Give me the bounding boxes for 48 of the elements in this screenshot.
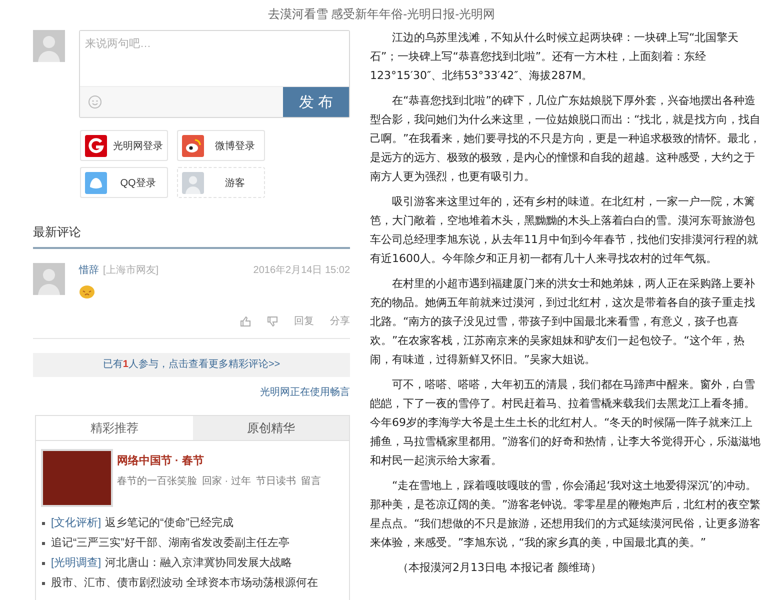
login-button[interactable]: 游客 (177, 167, 265, 198)
chat-bubble-icon (85, 172, 107, 194)
article-paragraph: 在“恭喜您找到北啦”的碑下，几位广东姑娘脱下厚外套，兴奋地摆出各种造型合影，我问她们为什么来这里，一位姑娘脱口而出：“找北，就是找方向，找自己啊。”在我看来，她们要寻找的不只是方向，更是一种追求极致的情怀。最北，是远方的远方、极致的极致，是内心的憧憬和自我的超越。这种感受，大约之于南方人更为强烈，也更有吸引力。 (370, 93, 762, 185)
comment-box[interactable]: 来说两句吧… 发 布 (79, 30, 350, 118)
article-paragraph: 江边的乌苏里浅滩，不知从什么时候立起两块碑：一块碑上写“北国擎天石”；一块碑上写“恭喜您找到北啦”。还有一方木柱，上面刻着：东经123°15′30″、北纬53°33′42″、海拔287M。 (370, 30, 740, 84)
news-link[interactable]: 追记“三严三实”好干部、湖南省发改委副主任左亭 (51, 533, 290, 553)
login-button[interactable]: 光明网登录 (80, 130, 168, 161)
weibo-icon (182, 134, 204, 156)
article-paragraph: “走在雪地上，踩着嘎吱嘎吱的雪，你会涌起‘我对这土地爱得深沉’的冲动。那种美，是苍凉辽阔的美。”游客老钟说。零零星星的鞭炮声后，北红村的夜空繁星点点。“我们想做的不只是旅游，还想用我们的方式延续漠河民俗，让更多游客来体验，来感受。”李旭东说，“我的家乡真的美，中国最北真的美。” (370, 478, 762, 551)
submit-button[interactable]: 发 布 (283, 87, 349, 117)
user-location: [上海市网友] (103, 264, 159, 277)
powered-by-link[interactable]: 光明网正在使用畅言 (33, 385, 350, 399)
news-link[interactable]: 返乡笔记的“使命”已经完成 (105, 513, 234, 533)
category-link[interactable]: [光明调查] (51, 553, 102, 573)
photo-placeholder[interactable] (41, 449, 113, 507)
section-heading: 最新评论 (33, 224, 350, 249)
login-button[interactable]: 微博登录 (177, 130, 265, 161)
page-title: 去漠河看雪 感受新年年俗-光明日报-光明网 (266, 6, 496, 22)
login-button[interactable]: QQ登录 (80, 167, 168, 198)
avatar-icon (182, 172, 204, 194)
smiley-icon[interactable] (88, 95, 102, 109)
feature-link[interactable]: 回家 · 过年 (202, 474, 251, 488)
article-paragraph: 在村里的小超市遇到福建厦门来的洪女士和她弟妹，两人正在采购路上要补充的物品。她俩五年前就来过漠河，到过北红村，这次是带着各自的孩子重走找北路。“南方的孩子没见过雪，带孩子到中国最北来看雪，有意义，孩子也喜欢。”在农家客栈，江苏南京来的吴家姐妹和驴友们一起包饺子。“这个年，热闹，有味道，过得新鲜又怀旧。”吴家大姐说。 (370, 276, 756, 368)
g-logo-icon (85, 134, 107, 156)
feature-link[interactable]: 春节的一百张笑脸 (117, 474, 197, 488)
username-link[interactable]: 惜辞 (79, 263, 99, 277)
thumbs-down-icon[interactable] (267, 316, 278, 326)
feature-link[interactable]: 留言 (300, 474, 321, 488)
feature-link[interactable]: 节日读书 (256, 474, 296, 488)
emoji-sticker-icon (79, 285, 95, 299)
tab[interactable]: 原创精华 (192, 416, 349, 441)
comment-time: 2016年2月14日 15:02 (253, 264, 350, 277)
news-link[interactable]: 股市、汇市、债市剧烈波动 全球资本市场动荡根源何在 (51, 573, 318, 593)
article-paragraph: 吸引游客来这里过年的，还有乡村的味道。在北红村，一家一户一院，木篱笆，大门敞着，空地堆着木头，黑黝黝的木头上落着白白的雪。漠河东哥旅游包车公司总经理李旭东说，从去年11月中旬到今年春节，找他们安排漠河行程的就有近1600人。今年除夕和正月初一都有几十人来寻找农村的过年气氛。 (370, 194, 759, 267)
category-link[interactable]: [文化评析] (51, 513, 102, 533)
avatar-placeholder (33, 30, 65, 62)
bullet-icon (42, 542, 45, 544)
article-paragraph: 可不，嗒嗒、嗒嗒，大年初五的清晨，我们都在马蹄声中醒来。窗外，白雪皑皑，下了一夜的雪停了。村民赶着马、拉着雪橇来载我们去黑龙江上看冬捕。今年69岁的李海学大爷是土生土长的北红村人。“冬天的时候隔一阵子就来江上捕鱼，马拉雪橇家里都用。”游客们的好奇和热情，让李大爷觉得开心，乐滋滋地和村民一起演示给大家看。 (370, 377, 762, 469)
more-comments-link[interactable]: 已有1人参与，点击查看更多精彩评论>> (33, 353, 350, 377)
avatar-placeholder (33, 263, 65, 295)
bullet-icon (42, 562, 45, 564)
bullet-icon (42, 582, 45, 584)
feature-title-link[interactable]: 网络中国节 · 春节 (117, 453, 321, 468)
bullet-icon (42, 522, 45, 524)
news-link[interactable]: 河北唐山：融入京津冀协同发展大战略 (105, 553, 292, 573)
article-paragraph: （本报漠河2月13日电 本报记者 颜维琦） (396, 560, 602, 576)
comment-action-link[interactable]: 回复 (294, 314, 314, 328)
thumbs-up-icon[interactable] (240, 316, 251, 326)
